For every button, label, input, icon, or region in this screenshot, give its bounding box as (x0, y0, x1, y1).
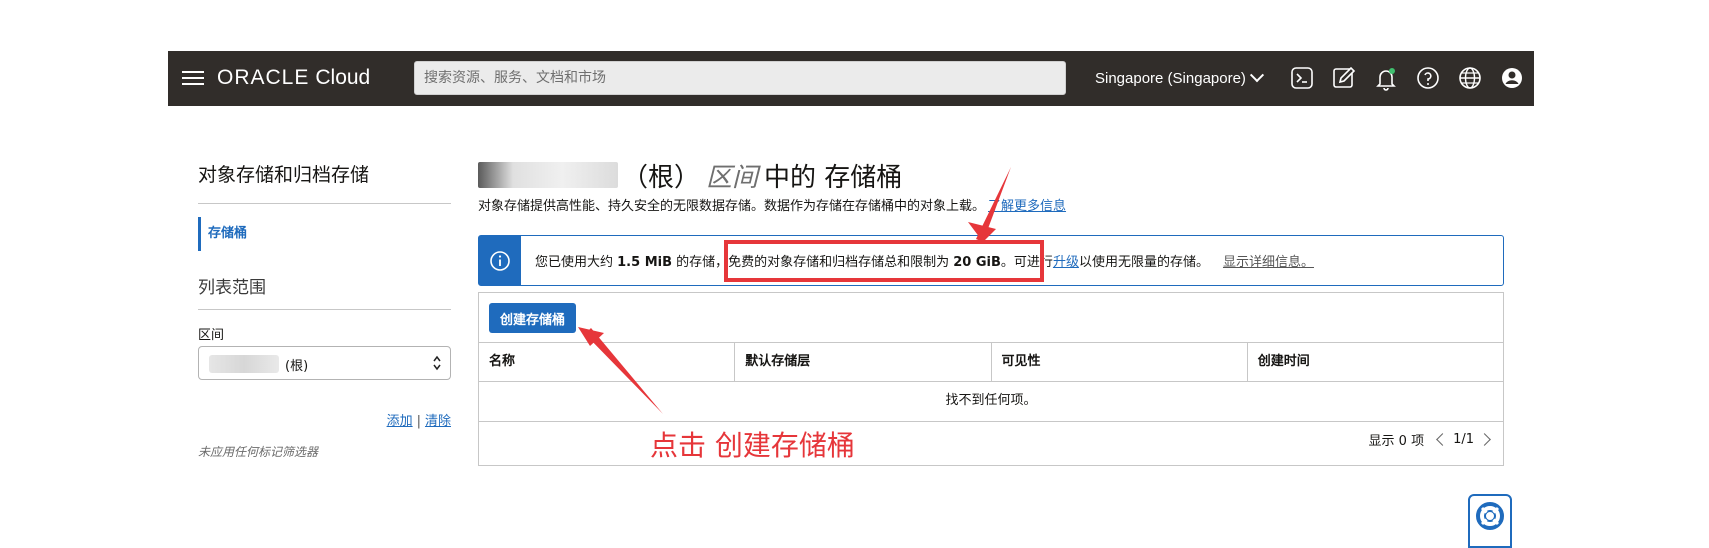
edit-icon[interactable] (1330, 64, 1358, 92)
language-globe-icon[interactable] (1456, 64, 1484, 92)
table-header: 名称 默认存储层 可见性 创建时间 (479, 342, 1503, 382)
title-suffix: 中的 存储桶 (764, 162, 903, 193)
page-indicator: 1/1 (1453, 432, 1474, 447)
chevron-down-icon (1249, 68, 1265, 83)
redacted-tenancy-name (478, 162, 618, 188)
compartment-select-value: (根) (285, 359, 309, 374)
oracle-cloud-logo[interactable]: ORACLE Cloud (217, 63, 370, 93)
cloud-shell-icon[interactable] (1288, 64, 1316, 92)
banner-suffix: 以使用无限量的存储。 (1078, 255, 1209, 270)
banner-used-amount: 1.5 MiB (617, 255, 672, 270)
table-footer: 显示 0 项 1/1 (1368, 430, 1491, 449)
column-header-visibility[interactable]: 可见性 (992, 343, 1248, 381)
profile-avatar-icon[interactable] (1498, 64, 1526, 92)
divider (198, 309, 451, 310)
hamburger-menu-icon[interactable] (178, 63, 208, 93)
page-title: （根） 区间 中的 存储桶 (478, 155, 1504, 195)
support-lifebuoy-icon[interactable] (1468, 494, 1512, 548)
add-tag-filter-link[interactable]: 添加 (387, 414, 413, 429)
description-text: 对象存储提供高性能、持久安全的无限数据存储。数据作为存储在存储桶中的对象上载。 (478, 199, 986, 214)
sidebar-title: 对象存储和归档存储 (198, 164, 370, 186)
logo-oracle-text: ORACLE (217, 66, 310, 89)
show-details-link[interactable]: 显示详细信息。 (1223, 255, 1314, 270)
buckets-table-panel: 创建存储桶 名称 默认存储层 可见性 创建时间 找不到任何项。 显示 0 项 1… (478, 292, 1504, 466)
top-navigation-bar: ORACLE Cloud Singapore (Singapore) (168, 51, 1534, 106)
previous-page-icon[interactable] (1436, 433, 1449, 446)
column-header-default-storage-tier[interactable]: 默认存储层 (735, 343, 992, 381)
list-scope-heading: 列表范围 (198, 278, 266, 298)
divider (198, 203, 451, 204)
items-count: 显示 0 项 (1368, 434, 1425, 449)
title-compartment: 区间 (706, 162, 759, 193)
left-sidebar: 对象存储和归档存储 存储桶 列表范围 区间 (根) 添加 | 清除 未应用任何标记筛… (198, 160, 451, 460)
tag-filter-links: 添加 | 清除 (198, 410, 451, 429)
redacted-compartment-name (209, 355, 279, 373)
clear-tag-filter-link[interactable]: 清除 (425, 414, 451, 429)
next-page-icon[interactable] (1478, 433, 1491, 446)
info-icon (479, 236, 521, 285)
help-icon[interactable] (1414, 64, 1442, 92)
upgrade-link[interactable]: 升级 (1053, 255, 1079, 270)
link-separator: | (416, 414, 421, 429)
title-root: （根） (622, 162, 701, 193)
banner-prefix: 您已使用大约 (535, 255, 618, 270)
region-selector[interactable]: Singapore (Singapore) (1095, 63, 1265, 93)
region-label: Singapore (Singapore) (1095, 69, 1246, 87)
annotation-text: 点击 创建存储桶 (650, 429, 855, 462)
pagination: 1/1 (1436, 432, 1491, 447)
screen: ORACLE Cloud Singapore (Singapore) 对象存储和… (0, 0, 1709, 548)
logo-cloud-text: Cloud (315, 66, 371, 89)
column-header-created[interactable]: 创建时间 (1248, 343, 1503, 381)
no-tag-filter-note: 未应用任何标记筛选器 (198, 445, 319, 459)
column-header-name[interactable]: 名称 (479, 343, 736, 381)
annotation-highlight-box (724, 240, 1044, 282)
main-content: （根） 区间 中的 存储桶 对象存储提供高性能、持久安全的无限数据存储。数据作为… (478, 155, 1504, 466)
compartment-label: 区间 (198, 328, 225, 343)
search-input[interactable] (414, 61, 1066, 95)
sidebar-item-buckets[interactable]: 存储桶 (198, 217, 451, 251)
select-updown-icon (433, 355, 441, 371)
empty-table-message: 找不到任何项。 (479, 382, 1503, 422)
compartment-select[interactable]: (根) (198, 346, 451, 380)
learn-more-link[interactable]: 了解更多信息 (988, 199, 1066, 214)
notifications-bell-icon[interactable] (1372, 64, 1400, 92)
create-bucket-button[interactable]: 创建存储桶 (489, 303, 577, 333)
page-description: 对象存储提供高性能、持久安全的无限数据存储。数据作为存储在存储桶中的对象上载。了… (478, 197, 1504, 217)
